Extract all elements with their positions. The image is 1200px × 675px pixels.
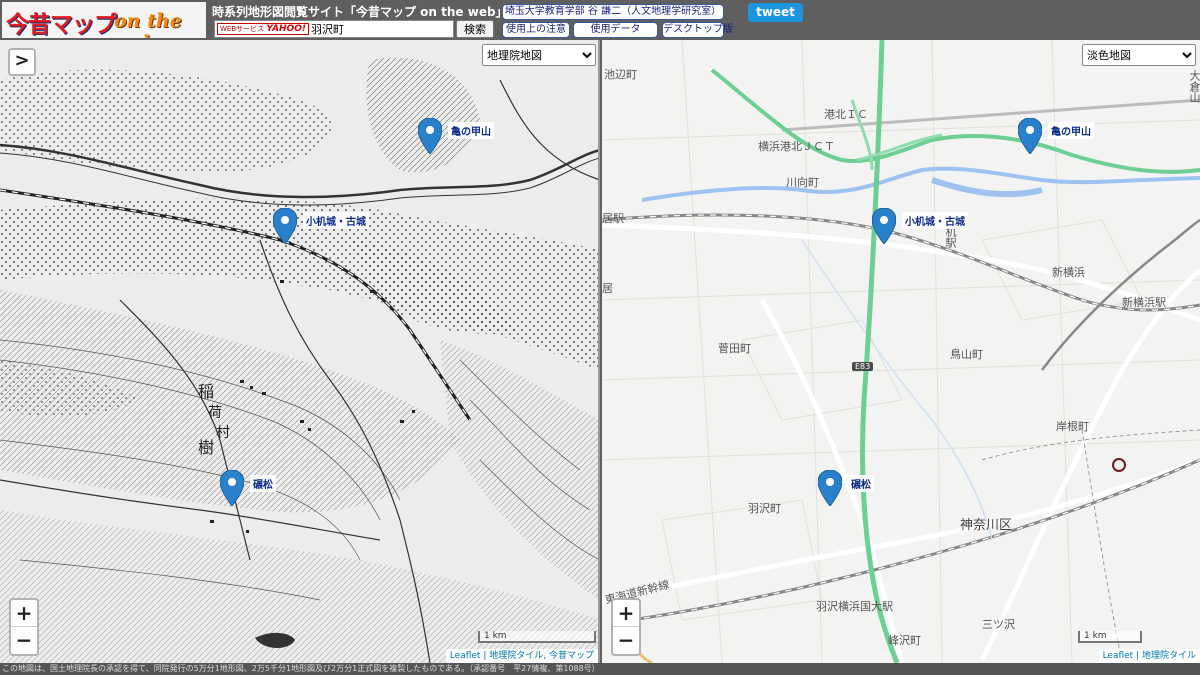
right-attribution: Leaflet | 地理院タイル: [1098, 649, 1200, 663]
old-map-canvas: [0, 40, 598, 663]
author-link[interactable]: 埼玉大学教育学部 谷 謙二（人文地理学研究室）: [502, 4, 724, 20]
map-pin-icon[interactable]: [273, 208, 297, 244]
left-zoom-control: + −: [9, 598, 39, 656]
right-zoom-in-button[interactable]: +: [613, 600, 639, 627]
konjaku-link[interactable]: 今昔マップ: [549, 651, 594, 661]
map-pin-icon[interactable]: [872, 208, 896, 244]
map-pin-icon[interactable]: [1018, 118, 1042, 154]
map-pin-icon[interactable]: [418, 118, 442, 154]
place-kanagawa-ku: 神奈川区: [960, 518, 1013, 533]
left-layer-select[interactable]: 地理院地図: [482, 44, 596, 66]
old-map-label-ka: 荷: [208, 405, 222, 421]
desktop-version-button[interactable]: デスクトップ版: [662, 22, 733, 38]
place-hazawa: 羽沢町: [748, 502, 781, 515]
marker-label-kozukue-castle[interactable]: 小机城・古城: [303, 212, 369, 229]
gsi-tile-link[interactable]: 地理院タイル: [489, 651, 543, 661]
place-shinyokohama: 新横浜: [1052, 266, 1085, 279]
left-zoom-in-button[interactable]: +: [11, 600, 37, 627]
logo-main-text: 今昔マップ: [6, 12, 117, 38]
place-mitsuzawa: 三ツ沢: [982, 618, 1015, 631]
logo-sub-text: on the web: [114, 10, 182, 38]
marker-label-suzurimatsu[interactable]: 碾松: [250, 475, 276, 492]
place-i: 居: [602, 282, 613, 295]
place-toriyama: 鳥山町: [950, 348, 983, 361]
map-pin-icon[interactable]: [220, 470, 244, 506]
place-kohoku-ic: 港北ＩＣ: [824, 108, 868, 121]
search-box: WEBサービス YAHOO!: [214, 20, 454, 38]
yahoo-tag-brand: YAHOO!: [266, 24, 306, 34]
right-map-pale[interactable]: 池辺町 港北ＩＣ 横浜港北ＪＣＴ 川向町 居駅 居 机駅 新横浜 新横浜駅 大倉…: [602, 40, 1200, 663]
location-circle-icon: [1112, 458, 1126, 472]
left-scale-bar: 1 km: [478, 631, 596, 643]
gsi-tile-link[interactable]: 地理院タイル: [1142, 651, 1196, 661]
place-sugeta: 菅田町: [718, 342, 751, 355]
yahoo-web-service-badge[interactable]: WEBサービス YAHOO!: [217, 23, 309, 35]
old-map-label-ju: 樹: [198, 438, 215, 457]
place-kozukue-station: 机駅: [944, 226, 957, 248]
place-minezawa: 峰沢町: [888, 634, 921, 647]
marker-label-suzurimatsu[interactable]: 碾松: [848, 475, 874, 492]
yahoo-tag-prefix: WEBサービス: [220, 25, 265, 33]
place-kishine: 岸根町: [1056, 420, 1089, 433]
right-zoom-control: + −: [611, 598, 641, 656]
place-kawamukai: 川向町: [786, 176, 819, 189]
header-bar: 今昔マップ on the web 時系列地形図閲覧サイト「今昔マップ on th…: [0, 0, 1200, 40]
copyright-footer: この地図は、国土地理院長の承認を得て、同院発行の5万分1地形図、2万5千分1地形…: [0, 663, 1200, 675]
usage-data-button[interactable]: 使用データ: [573, 22, 658, 38]
leaflet-link[interactable]: Leaflet: [450, 651, 481, 661]
map-pin-icon[interactable]: [818, 470, 842, 506]
expressway-route-badge: E83: [852, 362, 874, 371]
left-attribution: Leaflet | 地理院タイル, 今昔マップ: [445, 649, 598, 663]
right-zoom-out-button[interactable]: −: [613, 627, 639, 654]
place-shinyokohama-station: 新横浜駅: [1122, 296, 1166, 309]
left-zoom-out-button[interactable]: −: [11, 627, 37, 654]
left-map-old-topographic[interactable]: 稲 荷 村 樹 亀の甲山 小机城・古城 碾松 地理院地図 > + − 1 km …: [0, 40, 600, 663]
right-layer-select[interactable]: 淡色地図: [1082, 44, 1196, 66]
place-kohoku-jct: 横浜港北ＪＣＴ: [758, 140, 835, 153]
search-button[interactable]: 検索: [456, 20, 494, 38]
pale-map-canvas: [602, 40, 1200, 663]
right-scale-bar: 1 km: [1078, 631, 1142, 643]
marker-label-kozukue-castle[interactable]: 小机城・古城: [902, 212, 968, 229]
site-title: 時系列地形図閲覧サイト「今昔マップ on the web」: [212, 5, 508, 19]
marker-label-kamenokouyama[interactable]: 亀の甲山: [1048, 122, 1094, 139]
sidebar-toggle-button[interactable]: >: [8, 48, 36, 76]
leaflet-link[interactable]: Leaflet: [1103, 651, 1134, 661]
usage-notice-button[interactable]: 使用上の注意: [502, 22, 570, 38]
site-logo[interactable]: 今昔マップ on the web: [2, 2, 206, 38]
old-map-label-mura: 村: [216, 425, 230, 441]
search-input[interactable]: [309, 21, 453, 37]
old-map-label-ina: 稲: [198, 382, 215, 401]
place-hazawa-yokohama-kokudai-station: 羽沢横浜国大駅: [816, 600, 893, 613]
place-ikenobe: 池辺町: [604, 68, 637, 81]
place-okurayama: 大倉山: [1188, 70, 1200, 103]
marker-label-kamenokouyama[interactable]: 亀の甲山: [448, 122, 494, 139]
tweet-button[interactable]: tweet: [748, 3, 803, 22]
place-i-station: 居駅: [602, 212, 624, 225]
